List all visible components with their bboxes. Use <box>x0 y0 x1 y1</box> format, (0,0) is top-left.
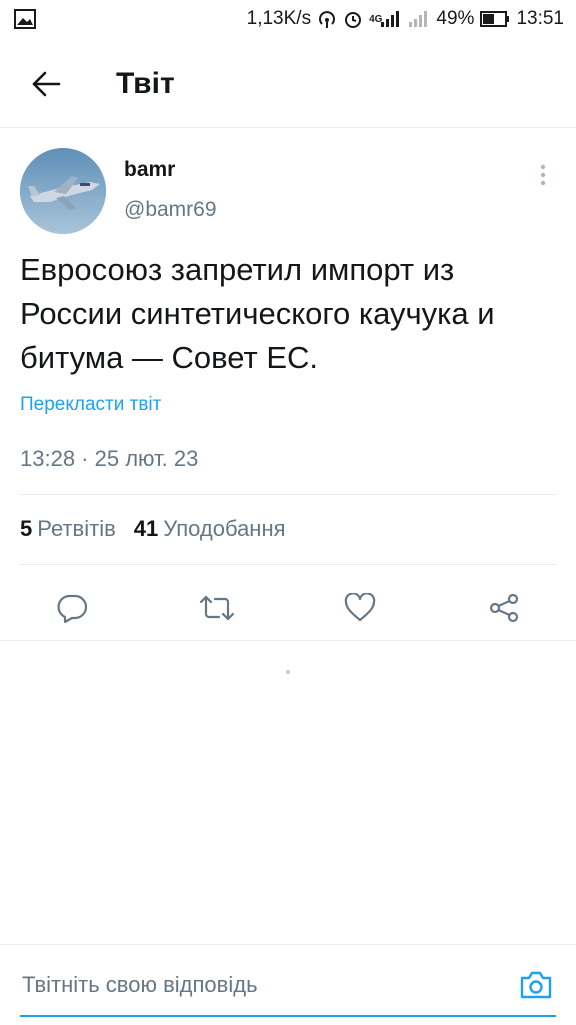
author-handle[interactable]: @bamr69 <box>124 198 217 222</box>
tweet-text: Евросоюз запретил импорт из России синте… <box>20 252 495 375</box>
signal-sim1-icon: 4G <box>369 10 402 28</box>
reply-button[interactable] <box>50 586 94 630</box>
like-label: Уподобання <box>163 516 286 541</box>
like-icon <box>344 593 376 622</box>
share-icon <box>489 593 519 623</box>
like-button[interactable] <box>338 586 382 630</box>
divider <box>0 640 576 641</box>
author-name[interactable]: bamr <box>124 158 175 182</box>
tweet-actions <box>0 574 576 640</box>
signal-sim2-icon <box>408 10 430 28</box>
alarm-icon <box>343 9 363 29</box>
reply-bar <box>0 944 576 1025</box>
loading-indicator <box>286 670 290 674</box>
share-button[interactable] <box>482 586 526 630</box>
divider <box>20 494 556 495</box>
tweet-stats: 5 Ретвітів 41 Уподобання <box>20 516 286 542</box>
header: Твіт <box>0 40 576 128</box>
battery-percent: 49% <box>436 8 475 29</box>
likes-stat[interactable]: 41 Уподобання <box>134 516 286 542</box>
reply-icon <box>57 594 88 623</box>
reply-input[interactable] <box>22 945 492 1025</box>
retweet-icon <box>199 595 235 621</box>
more-options-button[interactable] <box>528 160 558 190</box>
reply-input-underline <box>20 1015 556 1017</box>
retweet-label: Ретвітів <box>37 516 116 541</box>
status-bar: 1,13K/s 4G 49% 13:51 <box>0 0 576 38</box>
page-title: Твіт <box>116 67 175 100</box>
more-vertical-icon <box>540 164 546 186</box>
retweet-button[interactable] <box>195 586 239 630</box>
image-notification-icon <box>14 9 36 29</box>
retweets-stat[interactable]: 5 Ретвітів <box>20 516 116 542</box>
like-count: 41 <box>133 516 159 541</box>
network-speed: 1,13K/s <box>246 8 312 29</box>
jet-aircraft-image <box>20 148 106 234</box>
back-arrow-icon <box>32 71 61 97</box>
hotspot-icon <box>317 9 337 29</box>
camera-icon <box>520 971 552 999</box>
back-button[interactable] <box>24 62 68 106</box>
clock: 13:51 <box>516 8 564 29</box>
camera-button[interactable] <box>516 965 556 1005</box>
divider <box>20 564 556 565</box>
retweet-count: 5 <box>20 516 33 541</box>
translate-tweet-link[interactable]: Перекласти твіт <box>20 394 161 416</box>
avatar[interactable] <box>20 148 106 234</box>
tweet-timestamp[interactable]: 13:28 · 25 лют. 23 <box>20 446 198 472</box>
battery-icon <box>480 11 510 27</box>
